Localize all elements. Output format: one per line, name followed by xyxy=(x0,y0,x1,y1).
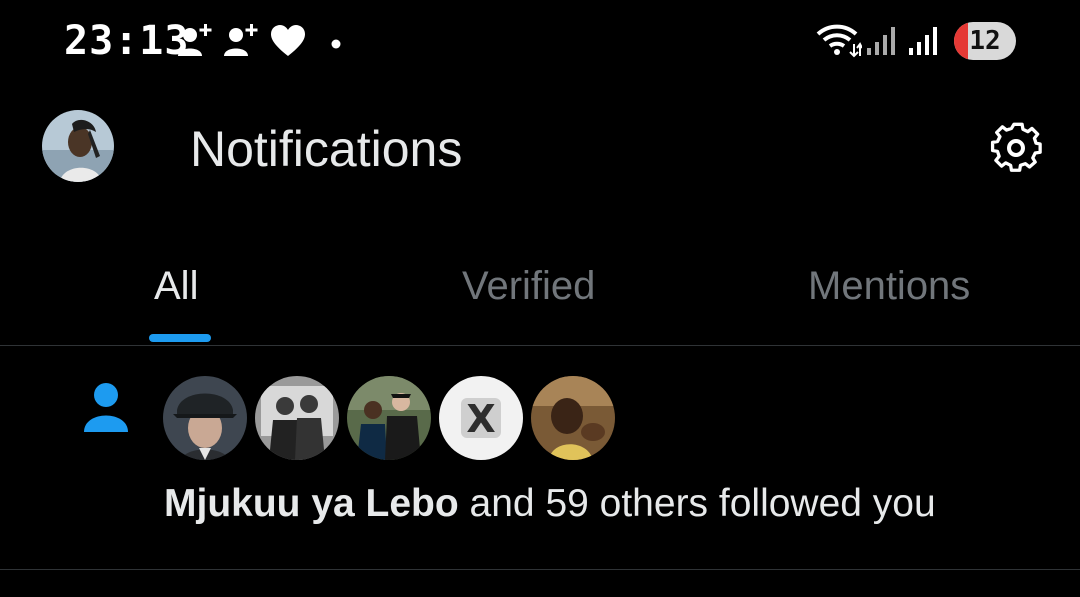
follower-avatar[interactable] xyxy=(163,376,247,460)
tab-verified[interactable]: Verified xyxy=(462,264,595,309)
follower-name[interactable]: Mjukuu ya Lebo xyxy=(164,482,459,525)
wifi-icon xyxy=(816,22,863,63)
signal-icon xyxy=(866,26,900,61)
person-add-icon xyxy=(222,22,262,67)
active-tab-indicator xyxy=(149,334,211,342)
battery-icon: 12 xyxy=(954,22,1016,60)
dot-icon xyxy=(331,36,341,54)
svg-text:X: X xyxy=(466,397,495,441)
follower-avatar[interactable] xyxy=(255,376,339,460)
tab-mentions[interactable]: Mentions xyxy=(808,264,970,309)
signal-icon xyxy=(908,26,942,61)
tab-all[interactable]: All xyxy=(154,264,198,309)
status-bar: 23:13 12 xyxy=(0,0,1080,82)
heart-icon xyxy=(270,24,306,63)
person-add-icon xyxy=(176,22,216,67)
notification-text: Mjukuu ya Lebo and 59 others followed yo… xyxy=(164,482,936,526)
status-time: 23:13 xyxy=(64,18,190,64)
divider xyxy=(0,569,1080,570)
battery-level: 12 xyxy=(969,26,1001,56)
follower-avatar[interactable] xyxy=(347,376,431,460)
divider xyxy=(0,345,1080,346)
person-icon xyxy=(82,382,130,434)
follower-avatar[interactable]: X xyxy=(439,376,523,460)
notification-message: and 59 others followed you xyxy=(458,482,936,525)
profile-avatar[interactable] xyxy=(42,110,114,182)
page-title: Notifications xyxy=(190,121,463,177)
gear-icon[interactable] xyxy=(986,118,1046,178)
follower-avatar[interactable] xyxy=(531,376,615,460)
tab-bar: All Verified Mentions xyxy=(0,250,1080,346)
